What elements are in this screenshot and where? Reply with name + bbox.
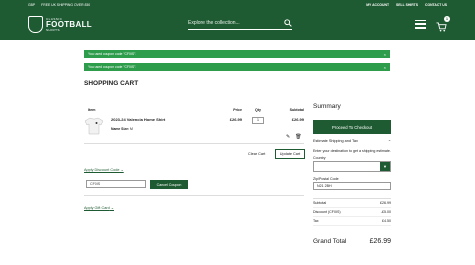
- site-header: CLASSIC FOOTBALL SHIRTS 1: [0, 9, 475, 40]
- table-row: 2023-24 Valencia Home Shirt Name Size: M…: [84, 114, 304, 136]
- trash-icon[interactable]: 🗑: [295, 134, 301, 140]
- order-summary: Summary Proceed To Checkout Estimate Shi…: [313, 103, 391, 245]
- sell-shirts-link[interactable]: SELL SHIRTS: [396, 3, 418, 7]
- totals-label: Tax: [313, 219, 319, 223]
- cancel-coupon-button[interactable]: Cancel Coupon: [150, 180, 188, 189]
- divider: [84, 143, 304, 144]
- quantity-input[interactable]: 1: [252, 117, 264, 124]
- product-price: £26.99: [229, 117, 242, 122]
- my-account-link[interactable]: MY ACCOUNT: [366, 3, 389, 7]
- grand-total: Grand Total £26.99: [313, 238, 391, 245]
- postcode-label: Zip/Postal Code: [313, 177, 339, 181]
- cart-button[interactable]: 1: [436, 16, 450, 32]
- totals-label: Discount (CF0IS): [313, 210, 341, 214]
- totals-row: Tax £4.50: [313, 217, 391, 226]
- apply-gift-card-toggle[interactable]: Apply Gift Card ⌄: [84, 205, 114, 210]
- coupon-form: CF0IS Cancel Coupon: [86, 180, 188, 189]
- update-cart-button[interactable]: Update Cart: [275, 149, 305, 159]
- page-title: SHOPPING CART: [84, 80, 139, 87]
- divider: [84, 195, 304, 196]
- top-bar: GBP FREE UK SHIPPING OVER £50 MY ACCOUNT…: [0, 0, 475, 9]
- crest-icon: [28, 16, 43, 33]
- search-icon[interactable]: [284, 19, 292, 27]
- product-image[interactable]: [84, 117, 104, 135]
- currency-switcher[interactable]: GBP: [28, 3, 35, 7]
- search-input[interactable]: [188, 20, 268, 26]
- totals-table: Subtotal £26.99 Discount (CF0IS) -£5.00 …: [313, 198, 391, 226]
- totals-value: -£5.00: [380, 210, 391, 214]
- table-header: Item Price Qty Subtotal: [84, 106, 304, 114]
- message-text: You used coupon code "CF0IS".: [88, 52, 137, 56]
- summary-title: Summary: [313, 103, 341, 110]
- postcode-input[interactable]: N21 2BH: [313, 182, 391, 190]
- option-label: Name Size:: [111, 127, 130, 131]
- apply-discount-label: Apply Discount Code: [84, 168, 120, 172]
- shipping-estimate-toggle[interactable]: Estimate Shipping and Tax ⌃: [313, 139, 391, 144]
- clear-cart-button[interactable]: Clear Cart: [248, 152, 265, 156]
- cart-count-badge: 1: [444, 16, 450, 22]
- header-qty: Qty: [255, 108, 261, 112]
- success-message: You used coupon code "CF0IS". ×: [84, 63, 390, 71]
- header-price: Price: [233, 108, 242, 112]
- proceed-to-checkout-button[interactable]: Proceed To Checkout: [313, 120, 391, 134]
- success-message: You used coupon code "CF0IS". ×: [84, 50, 390, 58]
- shipping-head-label: Estimate Shipping and Tax: [313, 139, 358, 143]
- message-text: You used coupon code "CF0IS".: [88, 65, 137, 69]
- site-logo[interactable]: CLASSIC FOOTBALL SHIRTS: [28, 16, 92, 33]
- totals-value: £4.50: [382, 219, 391, 223]
- discount-code-input[interactable]: CF0IS: [86, 180, 146, 188]
- totals-label: Subtotal: [313, 201, 327, 205]
- close-icon[interactable]: ×: [384, 52, 386, 57]
- country-select[interactable]: ▼: [313, 161, 391, 172]
- logo-line-3: SHIRTS: [46, 27, 60, 32]
- shipping-description: Enter your destination to get a shipping…: [313, 149, 391, 153]
- apply-gift-card-label: Apply Gift Card: [84, 206, 110, 210]
- product-subtotal: £26.99: [291, 117, 304, 122]
- totals-value: £26.99: [380, 201, 391, 205]
- apply-discount-toggle[interactable]: Apply Discount Code ⌄: [84, 167, 124, 172]
- chevron-up-icon: ⌃: [387, 140, 391, 144]
- cart-table: Item Price Qty Subtotal 2023-24 Valencia…: [84, 106, 304, 140]
- header-subtotal: Subtotal: [289, 108, 304, 112]
- grand-total-label: Grand Total: [313, 238, 347, 245]
- grand-total-value: £26.99: [369, 238, 391, 245]
- totals-row: Discount (CF0IS) -£5.00: [313, 208, 391, 217]
- country-label: Country: [313, 156, 326, 160]
- menu-icon[interactable]: [415, 19, 426, 29]
- option-value: M: [130, 127, 133, 131]
- cart-icon: [436, 22, 447, 32]
- close-icon[interactable]: ×: [384, 65, 386, 70]
- product-options: Name Size: M: [111, 127, 212, 131]
- shipping-banner: FREE UK SHIPPING OVER £50: [41, 2, 91, 7]
- chevron-down-icon: ▼: [380, 162, 390, 171]
- edit-icon[interactable]: ✎: [286, 134, 290, 140]
- product-name[interactable]: 2023-24 Valencia Home Shirt: [111, 117, 212, 122]
- header-item: Item: [88, 108, 96, 112]
- search-bar: [188, 17, 292, 30]
- totals-row: Subtotal £26.99: [313, 199, 391, 208]
- contact-us-link[interactable]: CONTACT US: [425, 3, 447, 7]
